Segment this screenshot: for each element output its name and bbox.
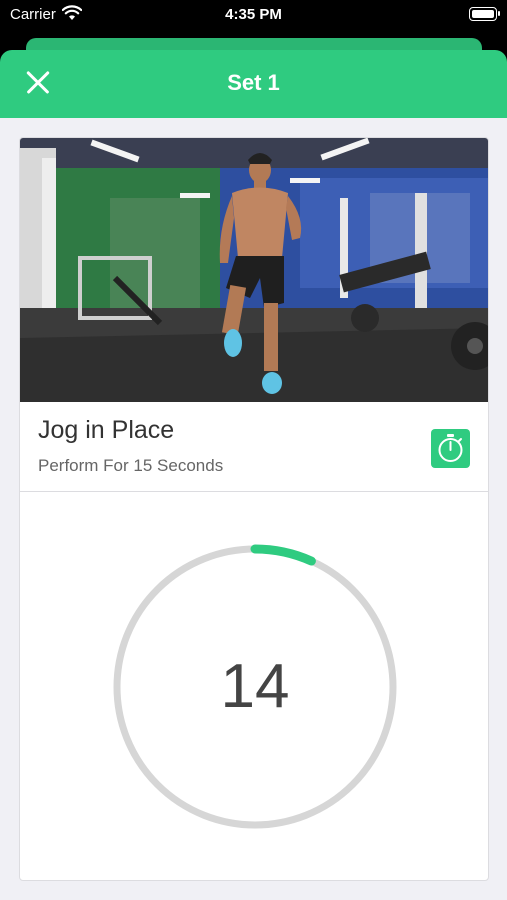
exercise-name: Jog in Place xyxy=(38,416,175,444)
exercise-card: Jog in Place Perform For 15 Seconds 14 xyxy=(19,137,489,881)
countdown-area: 14 xyxy=(20,492,488,880)
page-title: Set 1 xyxy=(227,70,280,95)
countdown-value: 14 xyxy=(220,652,290,721)
exercise-video-thumbnail[interactable] xyxy=(20,138,488,402)
battery-icon xyxy=(469,7,500,21)
stopwatch-button[interactable] xyxy=(431,429,470,468)
exercise-duration-text: Perform For 15 Seconds xyxy=(38,456,224,475)
status-bar: Carrier 4:35 PM xyxy=(0,0,507,30)
stopwatch-icon xyxy=(438,434,463,462)
status-time: 4:35 PM xyxy=(225,6,282,23)
exercise-info: Jog in Place Perform For 15 Seconds xyxy=(20,402,488,492)
navigation-bar: Set 1 xyxy=(0,50,507,118)
